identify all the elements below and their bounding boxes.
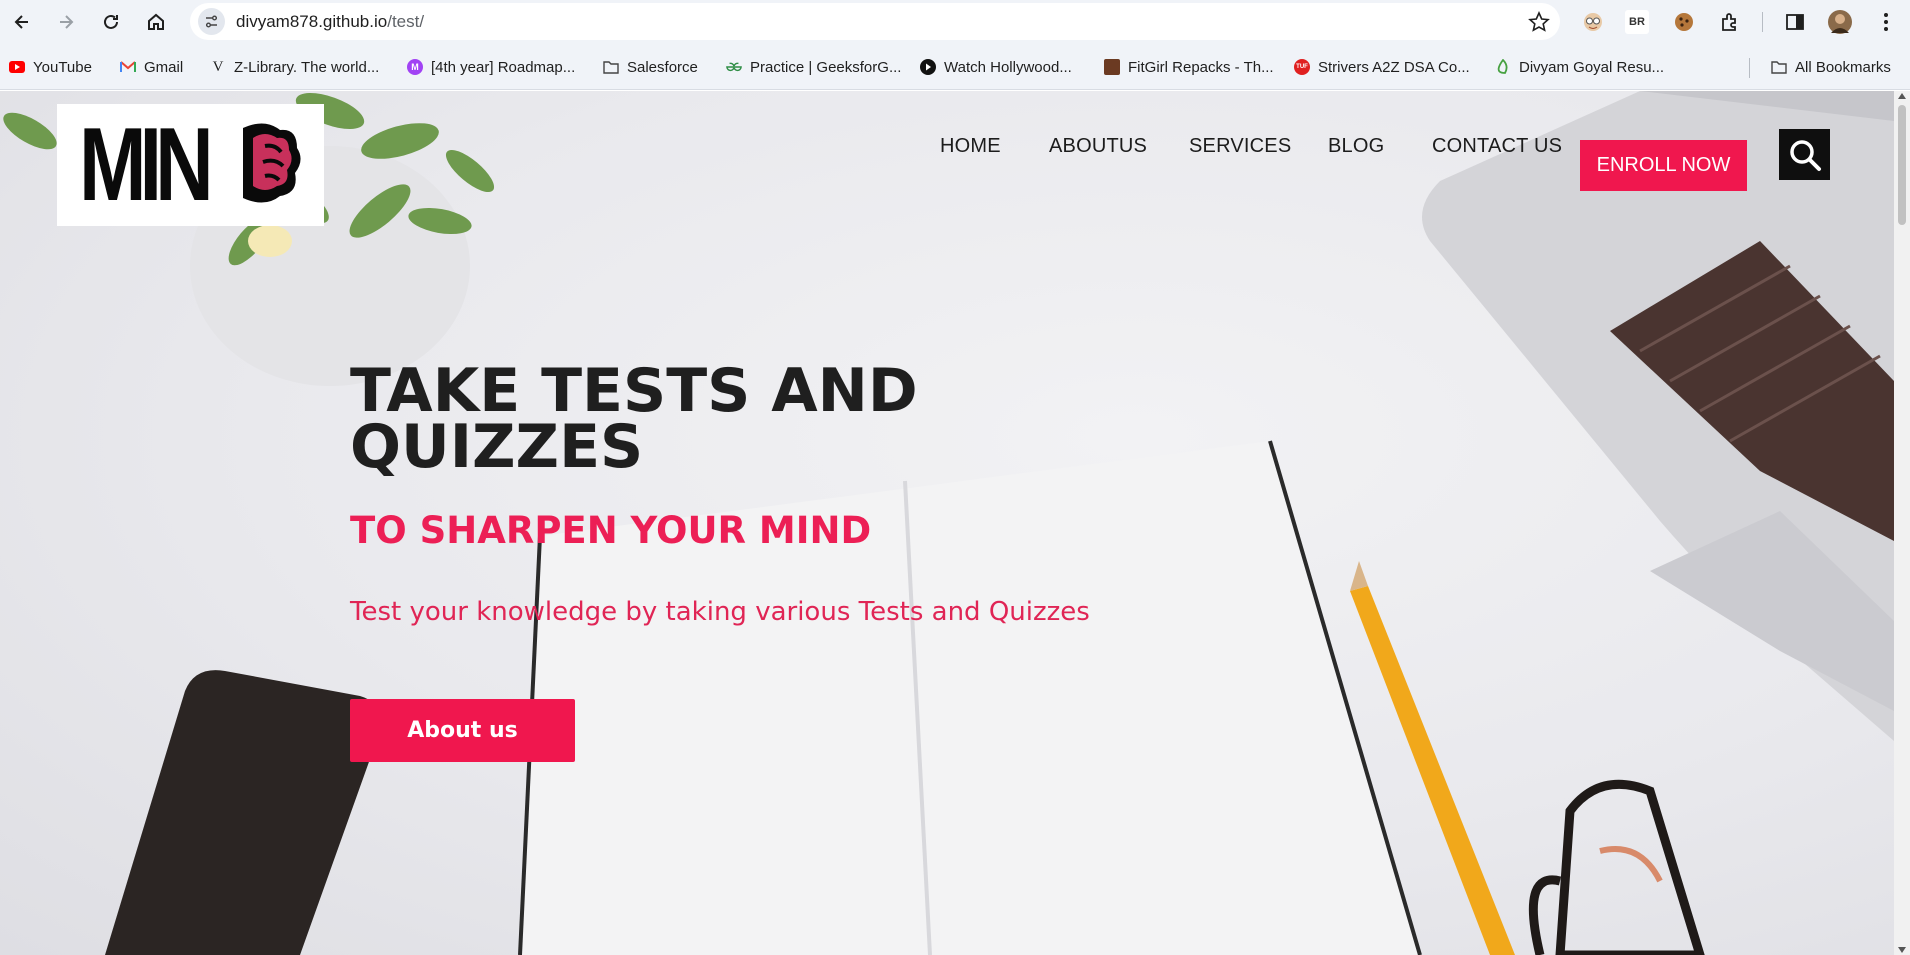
- bookmark-salesforce[interactable]: Salesforce: [603, 56, 698, 78]
- profile-avatar[interactable]: [1826, 8, 1854, 36]
- nav-contact-us[interactable]: CONTACT US: [1432, 135, 1562, 158]
- bookmark-hollywood[interactable]: Watch Hollywood...: [920, 56, 1072, 78]
- fitgirl-icon: [1104, 59, 1120, 75]
- roadmap-icon: M: [407, 59, 423, 75]
- address-bar[interactable]: divyam878.github.io/test/: [190, 3, 1560, 40]
- reload-icon[interactable]: [95, 6, 127, 38]
- scroll-down-arrow-icon[interactable]: [1898, 947, 1906, 953]
- zlibrary-icon: V: [212, 58, 224, 75]
- hero-description: Test your knowledge by taking various Te…: [350, 597, 1090, 627]
- forward-icon[interactable]: [50, 6, 82, 38]
- bookmarks-bar: YouTube Gmail V Z-Library. The world... …: [0, 44, 1910, 90]
- bookmark-roadmap[interactable]: M [4th year] Roadmap...: [407, 56, 575, 78]
- gmail-icon: [120, 59, 136, 75]
- search-button[interactable]: [1779, 129, 1830, 180]
- scroll-up-arrow-icon[interactable]: [1898, 93, 1906, 99]
- site-info-icon[interactable]: [198, 8, 225, 35]
- youtube-icon: [9, 59, 25, 75]
- browser-toolbar: divyam878.github.io/test/ BR: [0, 0, 1910, 44]
- play-icon: [920, 59, 936, 75]
- bookmarks-divider: [1749, 58, 1750, 78]
- home-icon[interactable]: [140, 6, 172, 38]
- search-icon: [1789, 139, 1821, 171]
- tuf-icon: TUF: [1294, 59, 1310, 75]
- nav-aboutus[interactable]: ABOUTUS: [1049, 135, 1147, 158]
- menu-icon[interactable]: [1872, 8, 1900, 36]
- url-text[interactable]: divyam878.github.io/test/: [236, 12, 424, 32]
- back-icon[interactable]: [6, 6, 38, 38]
- extension-face-icon[interactable]: [1579, 8, 1607, 36]
- scroll-thumb[interactable]: [1898, 105, 1906, 225]
- bookmark-fitgirl[interactable]: FitGirl Repacks - Th...: [1104, 56, 1274, 78]
- bookmark-gmail[interactable]: Gmail: [120, 56, 183, 78]
- page-scrollbar[interactable]: [1894, 91, 1910, 955]
- bookmark-zlibrary[interactable]: V Z-Library. The world...: [210, 56, 380, 78]
- geeksforgeeks-icon: [726, 59, 742, 75]
- overleaf-icon: [1495, 59, 1511, 75]
- folder-icon: [603, 59, 619, 75]
- bookmark-resume[interactable]: Divyam Goyal Resu...: [1495, 56, 1664, 78]
- nav-blog[interactable]: BLOG: [1328, 135, 1384, 158]
- star-icon[interactable]: [1528, 11, 1550, 33]
- bookmark-strivers[interactable]: TUF Strivers A2Z DSA Co...: [1294, 56, 1470, 78]
- enroll-now-button[interactable]: ENROLL NOW: [1580, 140, 1747, 191]
- site-logo[interactable]: MIN: [57, 104, 324, 226]
- nav-services[interactable]: SERVICES: [1189, 135, 1291, 158]
- hero-title: TAKE TESTS AND QUIZZES: [350, 356, 918, 482]
- bookmark-youtube[interactable]: YouTube: [9, 56, 92, 78]
- about-us-button[interactable]: About us: [350, 699, 575, 762]
- side-panel-icon[interactable]: [1781, 8, 1809, 36]
- logo-text: MIN: [79, 107, 214, 223]
- extension-br-icon[interactable]: BR: [1625, 10, 1649, 34]
- extension-cookie-icon[interactable]: [1670, 8, 1698, 36]
- hero-subtitle: TO SHARPEN YOUR MIND: [350, 509, 872, 552]
- brain-icon: [243, 123, 301, 203]
- toolbar-divider: [1762, 12, 1763, 32]
- folder-icon: [1771, 59, 1787, 75]
- web-page: MIN HOME ABOUTUS SERVICES BLOG CONTACT U…: [0, 91, 1894, 955]
- nav-home[interactable]: HOME: [940, 135, 1001, 158]
- extensions-icon[interactable]: [1716, 8, 1744, 36]
- bookmark-geeksforgeeks[interactable]: Practice | GeeksforG...: [726, 56, 901, 78]
- all-bookmarks[interactable]: All Bookmarks: [1771, 56, 1891, 78]
